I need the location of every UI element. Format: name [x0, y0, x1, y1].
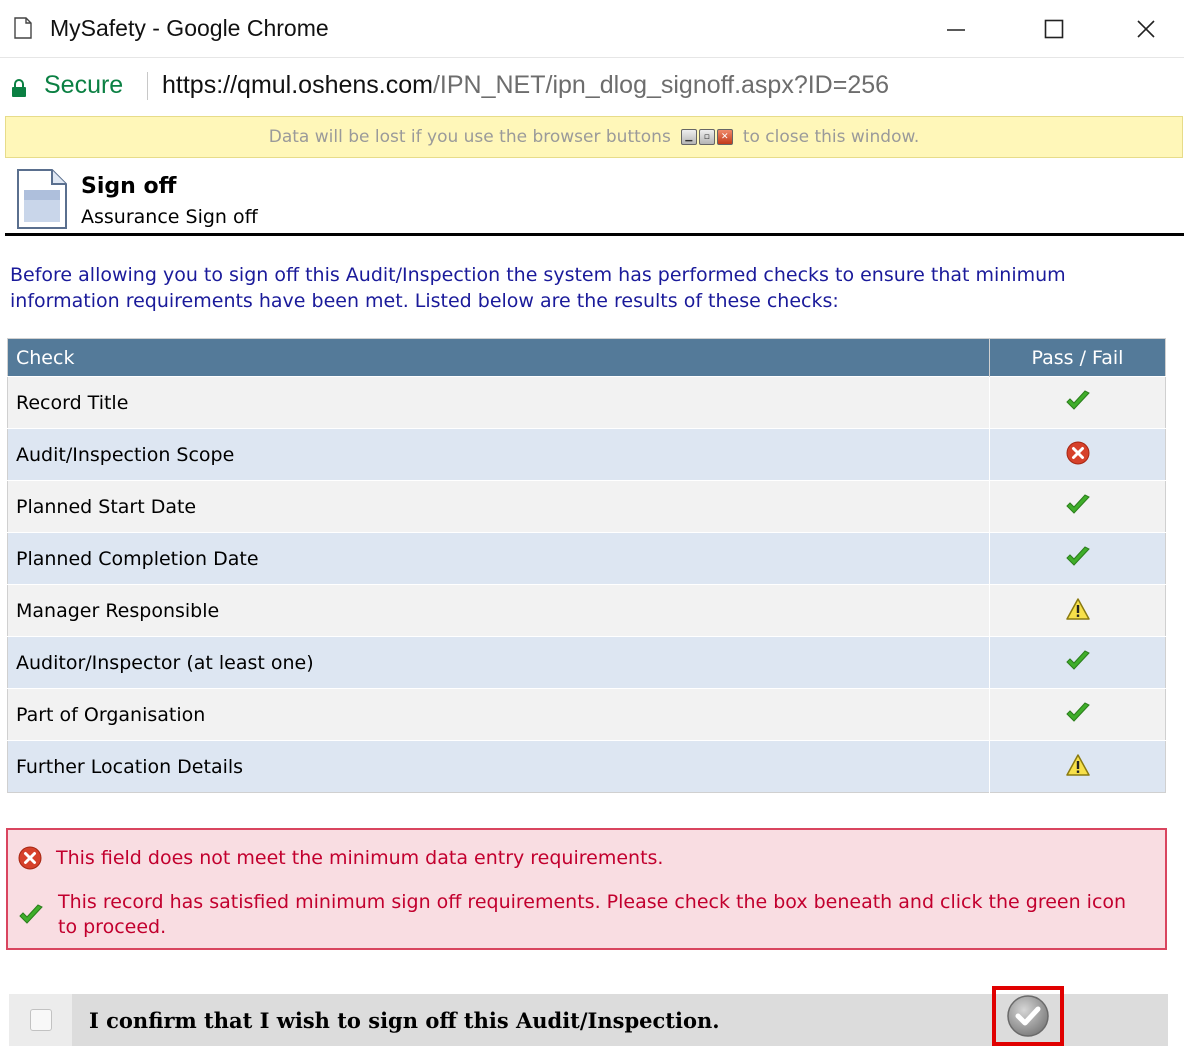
yellow-warning-triangle-icon: [1065, 597, 1090, 620]
maximize-button[interactable]: [1019, 0, 1089, 58]
check-status: [989, 584, 1166, 637]
address-separator: [147, 72, 148, 100]
maximize-icon: [1044, 19, 1064, 39]
table-row: Record Title: [7, 376, 1166, 429]
check-status: [989, 428, 1166, 481]
check-label: Planned Start Date: [7, 480, 990, 533]
check-label: Part of Organisation: [7, 688, 990, 741]
check-status: [989, 740, 1166, 793]
red-x-circle-icon: [18, 846, 42, 870]
status-warning: [1065, 596, 1091, 622]
warning-text-before: Data will be lost if you use the browser…: [268, 127, 671, 147]
legend-box: This field does not meet the minimum dat…: [6, 828, 1167, 950]
table-row: Planned Start Date: [7, 480, 1166, 533]
status-fail: [1065, 440, 1091, 466]
address-bar[interactable]: Secure https://qmul.oshens.com/IPN_NET/i…: [0, 58, 1184, 114]
status-pass: [1065, 648, 1091, 674]
green-check-icon: [1065, 389, 1090, 410]
table-row: Planned Completion Date: [7, 532, 1166, 585]
column-header-check: Check: [7, 338, 990, 377]
status-pass: [1065, 492, 1091, 518]
dialog-subtitle: Assurance Sign off: [81, 206, 258, 228]
legend-fail-row: This field does not meet the minimum dat…: [18, 846, 663, 870]
table-header-row: Check Pass / Fail: [7, 338, 1166, 377]
checks-table: Check Pass / Fail Record Title Audit/Insp…: [7, 338, 1166, 793]
lock-icon: [12, 79, 26, 97]
status-pass: [1065, 388, 1091, 414]
url-text[interactable]: https://qmul.oshens.com/IPN_NET/ipn_dlog…: [162, 71, 889, 100]
confirm-checkbox[interactable]: [29, 1009, 52, 1031]
green-check-icon: [19, 904, 43, 924]
yellow-warning-triangle-icon: [1065, 753, 1090, 776]
window-titlebar: MySafety - Google Chrome: [0, 0, 1184, 58]
column-header-pass-fail: Pass / Fail: [989, 338, 1166, 377]
mini-maximize-icon: ▫: [698, 129, 715, 145]
legend-pass-text: This record has satisfied minimum sign o…: [58, 891, 1127, 938]
red-x-circle-icon: [1066, 441, 1089, 464]
url-path: /IPN_NET/ipn_dlog_signoff.aspx?ID=256: [432, 71, 890, 99]
check-status: [989, 532, 1166, 585]
url-host: https://qmul.oshens.com: [162, 71, 433, 99]
grey-check-circle-icon: [1007, 995, 1049, 1037]
status-pass: [1065, 700, 1091, 726]
secure-label: Secure: [44, 71, 124, 99]
green-check-icon: [1065, 493, 1090, 514]
intro-text: Before allowing you to sign off this Aud…: [10, 264, 1066, 312]
close-icon: [1137, 20, 1155, 38]
check-status: [989, 688, 1166, 741]
confirm-checkbox-cell: [9, 994, 72, 1046]
legend-fail-text: This field does not meet the minimum dat…: [56, 847, 664, 869]
table-row: Audit/Inspection Scope: [7, 428, 1166, 481]
check-label: Manager Responsible: [7, 584, 990, 637]
mini-close-icon: ✕: [716, 129, 733, 145]
green-check-icon: [1065, 701, 1090, 722]
status-warning: [1065, 752, 1091, 778]
check-label: Further Location Details: [7, 740, 990, 793]
confirm-label: I confirm that I wish to sign off this A…: [89, 1008, 720, 1033]
check-label: Planned Completion Date: [7, 532, 990, 585]
check-status: [989, 376, 1166, 429]
check-label: Audit/Inspection Scope: [7, 428, 990, 481]
minimize-button[interactable]: [921, 0, 991, 58]
dialog-title: Sign off: [81, 174, 177, 199]
green-check-icon: [1065, 545, 1090, 566]
document-icon: [17, 169, 67, 229]
check-status: [989, 480, 1166, 533]
dialog-header: Sign off Assurance Sign off: [5, 164, 1184, 236]
table-row: Part of Organisation: [7, 688, 1166, 741]
mini-minimize-icon: ▁: [680, 129, 697, 145]
close-button[interactable]: [1111, 0, 1181, 58]
check-label: Record Title: [7, 376, 990, 429]
table-row: Manager Responsible: [7, 584, 1166, 637]
check-status: [989, 636, 1166, 689]
green-check-icon: [1065, 649, 1090, 670]
minimize-icon: [947, 29, 965, 31]
warning-text-after: to close this window.: [742, 127, 920, 147]
confirm-bar: I confirm that I wish to sign off this A…: [9, 986, 1168, 1046]
close-warning-banner: Data will be lost if you use the browser…: [5, 116, 1183, 158]
table-row: Further Location Details: [7, 740, 1166, 793]
window-title: MySafety - Google Chrome: [50, 15, 329, 41]
table-row: Auditor/Inspector (at least one): [7, 636, 1166, 689]
browser-buttons-illustration: ▁ ▫ ✕: [680, 129, 733, 145]
page-icon: [14, 17, 32, 39]
status-pass: [1065, 544, 1091, 570]
check-label: Auditor/Inspector (at least one): [7, 636, 990, 689]
legend-pass-row: This record has satisfied minimum sign o…: [18, 890, 1148, 940]
sign-off-button[interactable]: [992, 986, 1064, 1046]
